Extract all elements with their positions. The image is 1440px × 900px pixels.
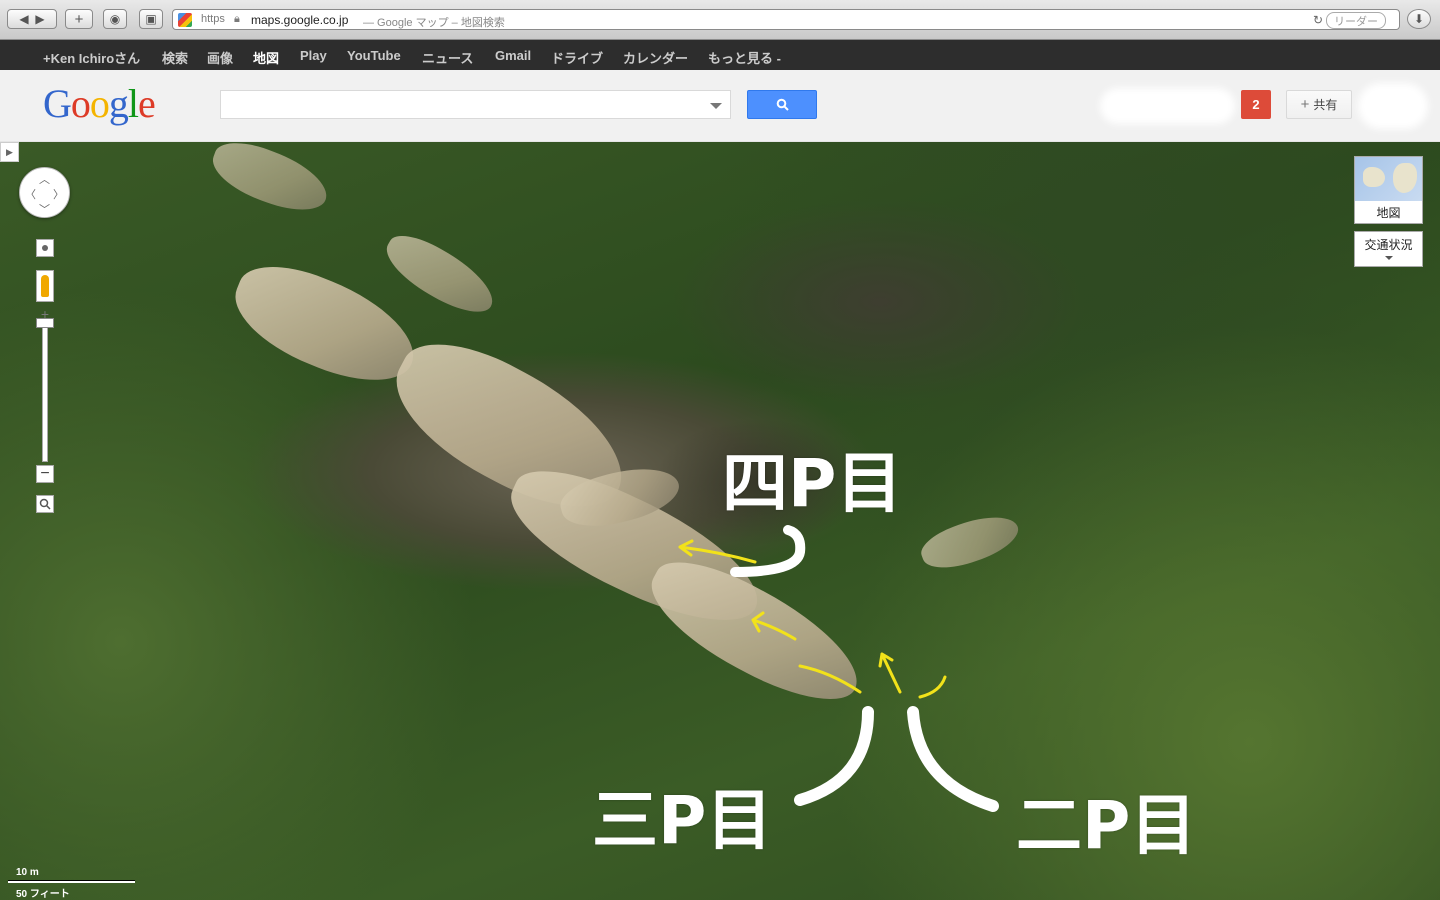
magnifier-icon	[39, 498, 51, 510]
gbar-item-profile[interactable]: +Ken Ichiroさん	[43, 48, 140, 67]
logo-letter: e	[138, 81, 156, 126]
google-bar: +Ken Ichiroさん 検索 画像 地図 Play YouTube ニュース…	[0, 40, 1440, 70]
redacted-avatar	[1358, 83, 1428, 129]
google-logo[interactable]: Google	[43, 80, 156, 127]
rss-button[interactable]: ◉	[103, 9, 127, 29]
logo-letter: o	[89, 81, 110, 126]
logo-letter: G	[43, 81, 72, 126]
redacted-username	[1100, 88, 1235, 124]
annotation-pitch3: 三P目	[592, 782, 773, 859]
gbar-item-gmail[interactable]: Gmail	[495, 48, 531, 63]
page-title: — Google マップ – 地図検索	[363, 17, 505, 29]
chevron-down-icon	[1384, 256, 1393, 260]
map-thumbnail	[1355, 157, 1422, 201]
bracket-pitch2	[907, 706, 999, 812]
search-icon	[776, 98, 789, 111]
pan-down-icon[interactable]: ﹀	[39, 201, 50, 217]
gbar-item-search[interactable]: 検索	[162, 48, 188, 67]
bracket-pitch3	[794, 706, 874, 806]
gbar-item-images[interactable]: 画像	[207, 48, 233, 67]
route-arrow	[918, 675, 947, 699]
new-tab-button[interactable]: +	[65, 9, 93, 29]
url-host[interactable]: maps.google.co.jp	[251, 13, 348, 27]
route-arrow	[751, 611, 797, 641]
zoom-slider-thumb[interactable]	[36, 318, 54, 328]
route-arrow	[798, 664, 862, 694]
route-arrow	[878, 652, 902, 694]
rss-icon: ◉	[109, 12, 121, 26]
bookmarks-button[interactable]: ▣	[139, 9, 163, 29]
route-arrow	[678, 539, 757, 564]
gbar-item-news[interactable]: ニュース	[422, 48, 473, 67]
zoom-out-button[interactable]: −	[36, 465, 54, 483]
zoom-reset-button[interactable]	[36, 239, 54, 257]
back-forward-buttons[interactable]: ◀ ▶	[7, 9, 57, 29]
collapse-panel-button[interactable]: ▶	[0, 142, 19, 162]
scale-metric: 10 m	[16, 867, 39, 878]
logo-letter: o	[70, 81, 91, 126]
https-label: https	[201, 13, 225, 25]
pan-up-icon[interactable]: ︿	[39, 171, 50, 187]
logo-letter: g	[108, 81, 129, 126]
annotation-pitch2: 二P目	[1016, 787, 1197, 864]
back-icon[interactable]: ◀	[19, 12, 28, 26]
plus-icon: +	[1300, 96, 1310, 113]
gbar-item-calendar[interactable]: カレンダー	[623, 48, 688, 67]
chevron-right-icon: ▶	[6, 146, 13, 157]
satellite-map[interactable]: 四P目 三P目 二P目 ▶ ︿ ﹀ 〈 〉 + − 地図 交通状況 10 m 5…	[0, 142, 1440, 900]
zoom-area-button[interactable]	[36, 495, 54, 513]
notifications-badge[interactable]: 2	[1241, 90, 1271, 119]
gbar-item-play[interactable]: Play	[300, 48, 327, 63]
gbar-item-more[interactable]: もっと見る -	[708, 48, 781, 67]
zoom-slider[interactable]	[42, 322, 48, 462]
search-input[interactable]	[220, 90, 731, 119]
forward-icon[interactable]: ▶	[35, 12, 44, 26]
annotation-pitch4: 四P目	[722, 445, 903, 522]
scale-imperial: 50 フィート	[16, 889, 70, 900]
scale-bar: 10 m 50 フィート	[8, 867, 138, 900]
dot-icon	[42, 245, 48, 251]
gbar-item-maps[interactable]: 地図	[253, 48, 279, 67]
pegman-street-view[interactable]	[36, 270, 54, 302]
search-dropdown-icon[interactable]	[710, 103, 722, 109]
share-label: 共有	[1313, 98, 1338, 112]
pan-control[interactable]: ︿ ﹀ 〈 〉	[19, 167, 70, 218]
bookmark-icon: ▣	[145, 12, 157, 26]
reader-button[interactable]: リーダー	[1326, 12, 1386, 29]
reload-icon[interactable]: ↻	[1313, 13, 1323, 27]
search-button[interactable]	[747, 90, 817, 119]
share-button[interactable]: + 共有	[1286, 90, 1352, 119]
download-icon: ⬇	[1413, 12, 1425, 26]
pan-right-icon[interactable]: 〉	[53, 186, 64, 202]
google-header: Google 2 + 共有	[0, 70, 1440, 142]
scale-line	[8, 880, 135, 883]
map-type-label: 地図	[1376, 206, 1401, 220]
pan-left-icon[interactable]: 〈	[25, 186, 36, 202]
bracket-pitch4	[730, 525, 806, 577]
browser-toolbar: ◀ ▶ + ◉ ▣ https 🔒︎ maps.google.co.jp — G…	[0, 0, 1440, 40]
gbar-item-youtube[interactable]: YouTube	[347, 48, 401, 63]
downloads-button[interactable]: ⬇	[1407, 9, 1431, 29]
pegman-icon	[41, 275, 49, 297]
plus-icon: +	[74, 10, 84, 28]
favicon-icon	[178, 13, 192, 27]
logo-letter: l	[127, 81, 139, 126]
traffic-label: 交通状況	[1364, 238, 1413, 252]
gbar-item-drive[interactable]: ドライブ	[551, 48, 603, 67]
lock-icon: 🔒︎	[234, 13, 240, 25]
traffic-layer-button[interactable]: 交通状況	[1354, 231, 1423, 267]
address-bar[interactable]: https 🔒︎ maps.google.co.jp — Google マップ …	[172, 9, 1400, 30]
map-type-button[interactable]: 地図	[1354, 156, 1423, 224]
